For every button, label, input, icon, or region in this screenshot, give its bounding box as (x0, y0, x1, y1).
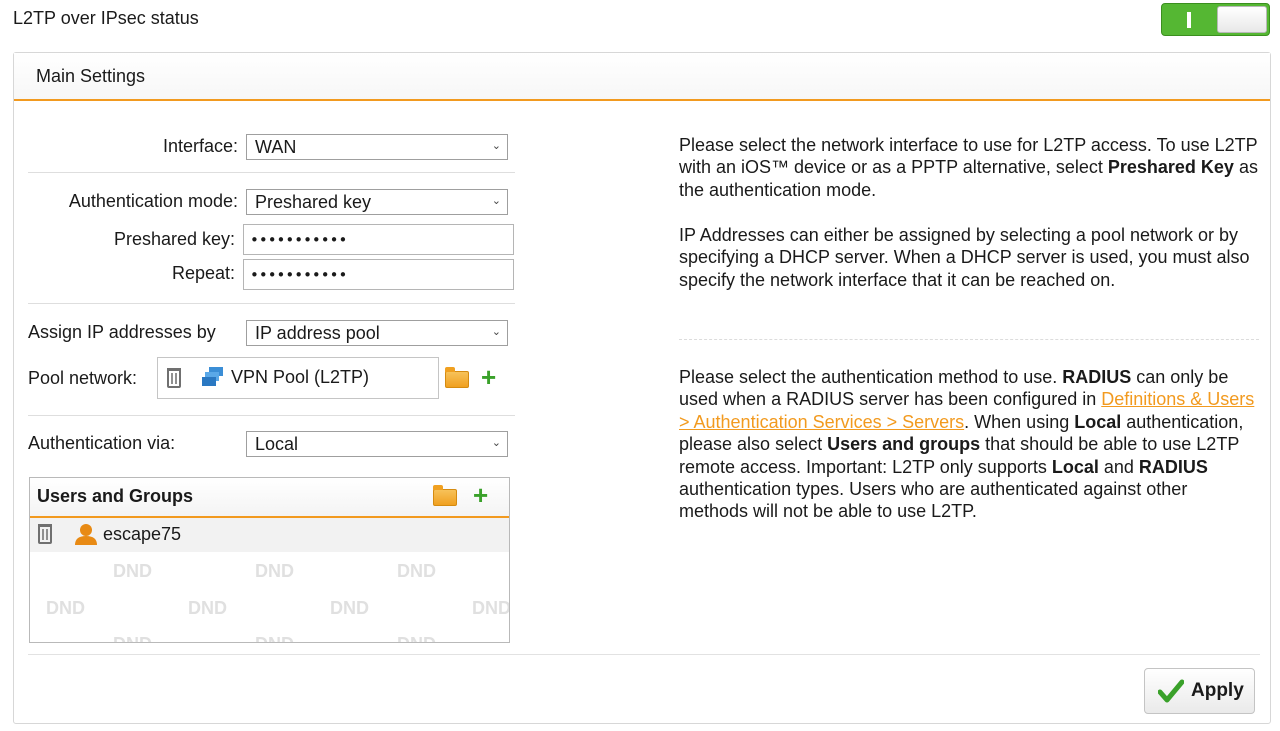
interface-value: WAN (255, 137, 297, 157)
help-ip-assignment: IP Addresses can either be assigned by s… (679, 225, 1250, 290)
trash-icon[interactable] (167, 368, 181, 388)
repeat-key-field[interactable]: ••••••••••• (243, 259, 514, 290)
dnd-watermark: DND (397, 561, 436, 581)
main-settings-panel: Main Settings Interface: WAN ⌄ Authentic… (13, 52, 1271, 724)
auth-via-select[interactable]: Local ⌄ (246, 431, 508, 457)
status-title: L2TP over IPsec status (13, 8, 199, 28)
chevron-down-icon: ⌄ (491, 140, 501, 152)
help-text: and (1098, 456, 1139, 477)
interface-label: Interface: (162, 136, 238, 156)
interface-select[interactable]: WAN ⌄ (246, 134, 508, 160)
auth-mode-select[interactable]: Preshared key ⌄ (246, 189, 508, 215)
assign-ip-value: IP address pool (255, 323, 380, 343)
folder-icon[interactable] (445, 367, 469, 388)
help-text: authentication types. Users who are auth… (679, 479, 1188, 522)
dnd-watermark: DND (255, 561, 294, 581)
dnd-watermark: DND (255, 634, 294, 642)
user-icon (75, 524, 97, 545)
help-divider (679, 339, 1259, 340)
auth-via-label: Authentication via: (28, 433, 176, 453)
pool-network-chip: VPN Pool (L2TP) (157, 357, 439, 399)
dnd-watermark: DND (46, 598, 85, 618)
divider (28, 303, 515, 304)
apply-button[interactable]: Apply (1144, 668, 1255, 714)
assign-ip-select[interactable]: IP address pool ⌄ (246, 320, 508, 346)
dnd-watermark: DND (113, 634, 152, 642)
help-text: . When using (964, 411, 1075, 432)
users-groups-header: Users and Groups + (30, 478, 509, 518)
pool-network-label: Pool network: (28, 368, 138, 388)
dnd-watermark: DND (113, 561, 152, 581)
chevron-down-icon: ⌄ (491, 195, 501, 207)
auth-via-value: Local (255, 434, 299, 454)
dnd-watermark: DND (188, 598, 227, 618)
network-pool-icon (202, 367, 223, 386)
help-text-bold: Local (1074, 411, 1122, 432)
auth-mode-label: Authentication mode: (68, 191, 238, 211)
apply-label: Apply (1191, 680, 1244, 701)
chevron-down-icon: ⌄ (491, 326, 501, 338)
preshared-key-field[interactable]: ••••••••••• (243, 224, 514, 255)
dnd-watermark: DND (330, 598, 369, 618)
help-authentication: Please select the authentication method … (679, 366, 1259, 523)
divider (28, 172, 515, 173)
toggle-knob[interactable] (1217, 6, 1267, 33)
help-text-bold: Users and groups (827, 434, 981, 455)
divider (28, 654, 1260, 655)
preshared-key-label: Preshared key: (113, 229, 235, 249)
pool-network-value: VPN Pool (L2TP) (231, 367, 370, 387)
trash-icon[interactable] (38, 524, 52, 544)
repeat-label: Repeat: (171, 263, 235, 283)
toggle-on-mark (1187, 12, 1191, 28)
help-text-bold: Preshared Key (1107, 157, 1234, 178)
status-toggle[interactable] (1161, 3, 1270, 36)
help-text-bold: RADIUS (1062, 367, 1132, 387)
panel-title: Main Settings (14, 53, 1270, 101)
users-groups-box: Users and Groups + escape75 DND DND DND … (29, 477, 510, 643)
dnd-watermark: DND (397, 634, 436, 642)
dnd-watermark: DND (472, 598, 510, 618)
folder-icon[interactable] (433, 485, 457, 506)
help-text: Please select the authentication method … (679, 367, 1063, 387)
help-interface: Please select the network interface to u… (679, 134, 1259, 201)
plus-icon[interactable]: + (473, 482, 488, 508)
divider (28, 415, 515, 416)
list-item[interactable]: escape75 (30, 518, 509, 552)
user-name: escape75 (103, 524, 182, 544)
auth-mode-value: Preshared key (255, 192, 372, 212)
help-text-bold: Local (1051, 456, 1099, 477)
check-icon (1158, 679, 1184, 703)
help-text-bold: RADIUS (1138, 456, 1208, 477)
users-groups-title: Users and Groups (37, 486, 194, 506)
assign-ip-label: Assign IP addresses by (28, 322, 216, 342)
chevron-down-icon: ⌄ (491, 437, 501, 449)
plus-icon[interactable]: + (481, 364, 496, 390)
